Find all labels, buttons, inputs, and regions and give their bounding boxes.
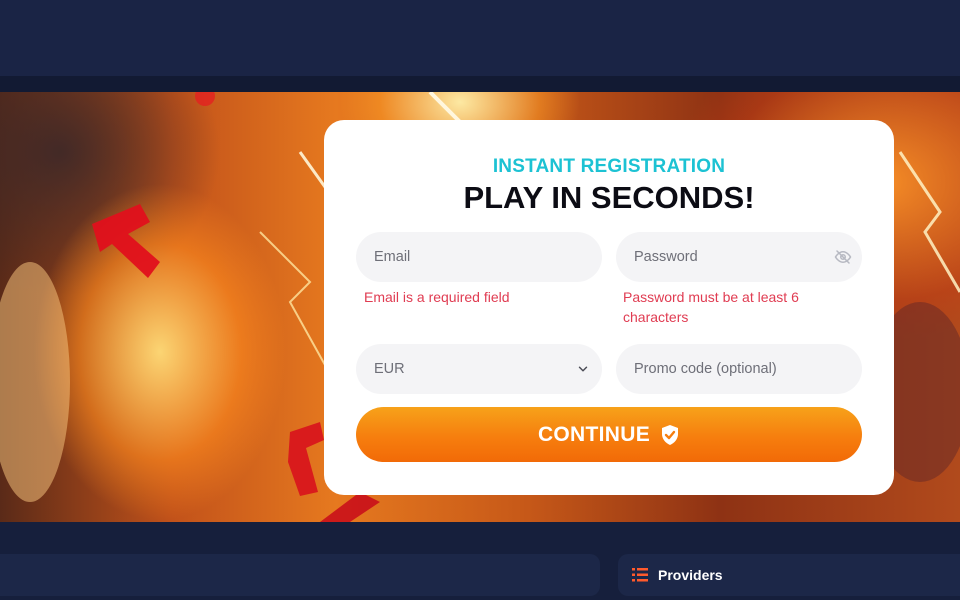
registration-title: PLAY IN SECONDS!: [463, 180, 755, 215]
shield-check-icon: [662, 424, 679, 445]
password-placeholder: Password: [634, 249, 698, 265]
currency-value: EUR: [374, 361, 405, 377]
email-error: Email is a required field: [364, 289, 510, 305]
continue-button[interactable]: CONTINUE: [356, 407, 862, 462]
games-search-panel[interactable]: [0, 554, 600, 596]
promo-code-field[interactable]: Promo code (optional): [616, 344, 862, 394]
password-field[interactable]: Password: [616, 232, 862, 282]
top-header-bar: [0, 0, 960, 76]
currency-select[interactable]: EUR: [356, 344, 602, 394]
chevron-down-icon: [578, 366, 588, 372]
eye-off-icon[interactable]: [834, 248, 852, 266]
registration-card: INSTANT REGISTRATION PLAY IN SECONDS! Em…: [324, 120, 894, 495]
email-field[interactable]: Email: [356, 232, 602, 282]
providers-label: Providers: [658, 567, 723, 583]
email-placeholder: Email: [374, 249, 411, 265]
list-icon: [632, 568, 648, 582]
continue-label: CONTINUE: [537, 423, 651, 446]
promo-placeholder: Promo code (optional): [634, 361, 777, 377]
providers-button[interactable]: Providers: [618, 554, 960, 596]
registration-subtitle: INSTANT REGISTRATION: [492, 156, 726, 177]
header-divider-strip: [0, 76, 960, 92]
password-error: Password must be at least 6 characters: [623, 289, 799, 325]
